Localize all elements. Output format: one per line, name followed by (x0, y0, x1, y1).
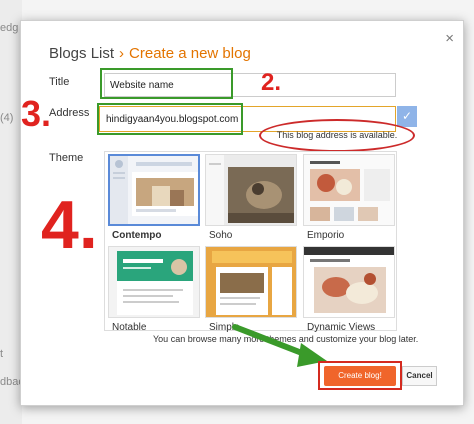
theme-name-contempo[interactable]: Contempo (112, 230, 161, 241)
theme-thumbnail-soho[interactable] (205, 154, 297, 226)
annotation-highlight-address (97, 103, 243, 135)
breadcrumb: Blogs List › Create a new blog (49, 45, 251, 62)
close-icon[interactable]: × (445, 30, 454, 47)
background-text-fragment: (4) (0, 112, 14, 124)
availability-message: This blog address is available. (259, 119, 415, 152)
annotation-highlight-title (100, 68, 233, 99)
background-left-strip (0, 0, 22, 424)
theme-thumbnail-simple[interactable] (205, 246, 297, 318)
theme-picker: Contempo Soho Emporio Notable Simple Dyn… (104, 151, 397, 333)
create-blog-button[interactable]: Create blog! (324, 366, 396, 386)
background-text-fragment: t (0, 348, 4, 360)
simple-preview-image (206, 247, 296, 317)
create-blog-dialog: × Blogs List › Create a new blog Title Web… (20, 20, 464, 406)
annotation-step-2: 2. (261, 69, 282, 96)
check-address-button[interactable]: ✓ (397, 106, 417, 127)
theme-label: Theme (49, 152, 84, 164)
theme-name-soho[interactable]: Soho (209, 230, 232, 241)
annotation-step-4: 4. (41, 187, 98, 263)
contempo-preview-image (110, 156, 198, 224)
emporio-preview-image (304, 155, 394, 225)
theme-thumbnail-emporio[interactable] (303, 154, 395, 226)
theme-name-notable[interactable]: Notable (112, 322, 146, 333)
theme-thumbnail-contempo[interactable] (108, 154, 200, 226)
dynamic-views-preview-image (304, 247, 394, 317)
background-text-fragment: edg (0, 22, 19, 34)
page-title: Create a new blog (129, 45, 251, 62)
theme-thumbnail-notable[interactable] (108, 246, 200, 318)
theme-name-emporio[interactable]: Emporio (307, 230, 344, 241)
address-label: Address (49, 107, 90, 119)
breadcrumb-blogs-list[interactable]: Blogs List (49, 45, 114, 62)
notable-preview-image (109, 247, 199, 317)
annotation-arrow-icon (232, 324, 327, 367)
breadcrumb-separator: › (119, 45, 125, 62)
soho-preview-image (206, 155, 296, 225)
title-label: Title (49, 76, 70, 88)
checkmark-icon: ✓ (401, 109, 413, 123)
cancel-button[interactable]: Cancel (402, 366, 437, 386)
theme-thumbnail-dynamic-views[interactable] (303, 246, 395, 318)
annotation-step-3: 3. (21, 93, 52, 134)
